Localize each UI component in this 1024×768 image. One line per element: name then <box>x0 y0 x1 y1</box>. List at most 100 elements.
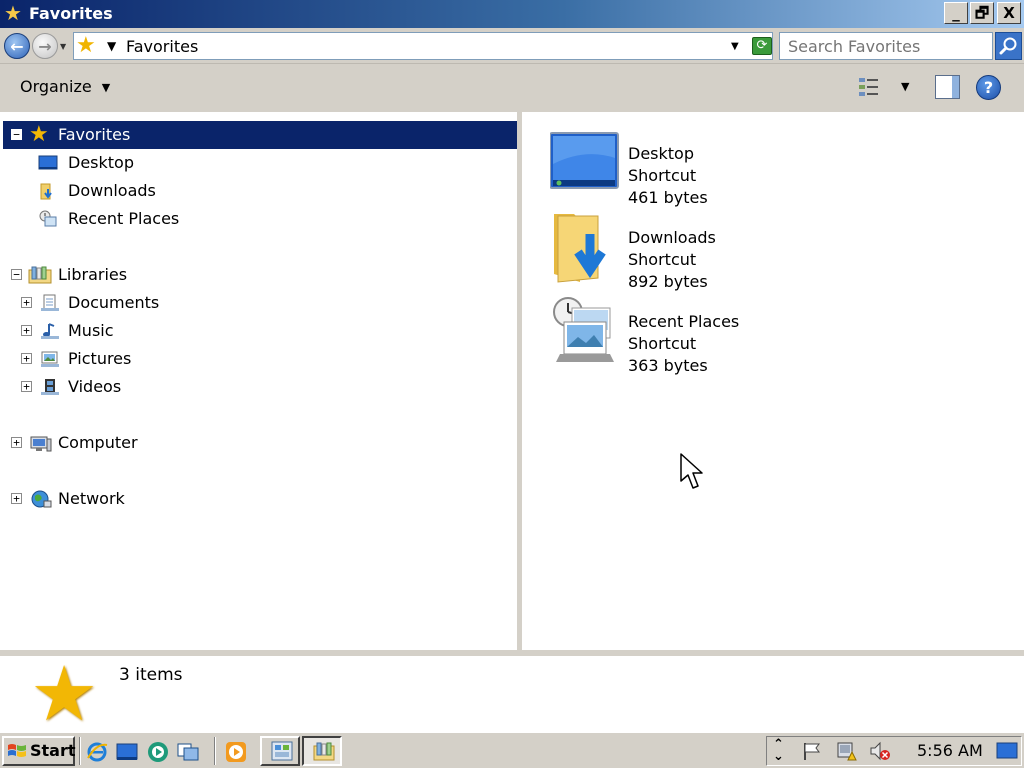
navigation-pane: − ★ Favorites Desktop Downloads Recent P… <box>0 112 517 650</box>
forward-arrow-icon: → <box>38 37 52 56</box>
media-player-icon[interactable] <box>225 741 247 763</box>
refresh-icon: ⟳ <box>756 38 768 53</box>
item-count: 3 items <box>119 665 183 685</box>
pictures-icon <box>41 351 59 367</box>
network-icon <box>31 490 52 508</box>
documents-icon <box>41 294 59 311</box>
preview-pane-button[interactable] <box>935 75 960 99</box>
tree-item-downloads[interactable]: Downloads <box>0 177 300 205</box>
back-button[interactable]: ← <box>4 33 30 59</box>
expand-icon[interactable]: + <box>21 353 32 364</box>
back-arrow-icon: ← <box>10 37 24 56</box>
tree-label: Recent Places <box>68 209 180 228</box>
internet-explorer-icon[interactable] <box>86 741 108 763</box>
tree-label: Favorites <box>58 125 131 144</box>
search-icon <box>999 37 1017 55</box>
desktop-icon <box>38 155 58 170</box>
refresh-button[interactable]: ⟳ <box>752 37 772 55</box>
file-name: Downloads <box>628 228 716 247</box>
title-bar[interactable]: ★ Favorites _ 🗗 X <box>0 0 1024 28</box>
tree-label: Documents <box>68 293 160 312</box>
file-size: 363 bytes <box>628 356 708 375</box>
libraries-icon <box>28 266 52 284</box>
organize-dropdown-icon: ▼ <box>101 81 111 94</box>
show-desktop-tray-icon[interactable] <box>996 741 1018 761</box>
search-input[interactable] <box>780 33 992 59</box>
show-hidden-icons-icon[interactable]: ⌃ ⌄ <box>773 738 784 763</box>
tree-item-pictures[interactable]: + Pictures <box>0 345 300 373</box>
tree-item-documents[interactable]: + Documents <box>0 289 300 317</box>
breadcrumb-favorites[interactable]: Favorites <box>126 37 198 57</box>
favorites-star-icon: ★ <box>30 649 99 738</box>
file-name: Desktop <box>628 144 694 163</box>
file-item-downloads[interactable]: Downloads Shortcut 892 bytes <box>550 212 810 292</box>
tree-item-computer[interactable]: + Computer <box>0 429 300 457</box>
file-name: Recent Places <box>628 312 740 331</box>
tree-label: Music <box>68 321 114 340</box>
file-size: 461 bytes <box>628 188 708 207</box>
switch-windows-icon[interactable] <box>177 741 199 763</box>
taskbar-button-favorites[interactable] <box>302 736 342 766</box>
forward-button[interactable]: → <box>32 33 58 59</box>
address-toolbar: ← → ▼ ★ ▼ Favorites ▼ ⟳ <box>0 28 1024 64</box>
start-button[interactable]: Start <box>2 736 76 766</box>
expand-icon[interactable]: + <box>11 493 22 504</box>
tree-item-network[interactable]: + Network <box>0 485 300 513</box>
search-box[interactable] <box>779 32 993 60</box>
tree-label: Pictures <box>68 349 132 368</box>
network-warning-icon[interactable] <box>835 741 857 761</box>
collapse-icon[interactable]: − <box>11 129 22 140</box>
view-options-dropdown-icon[interactable]: ▼ <box>901 81 909 93</box>
file-type: Shortcut <box>628 250 697 269</box>
control-panel-icon <box>271 741 293 761</box>
tree-item-music[interactable]: + Music <box>0 317 300 345</box>
expand-icon[interactable]: + <box>21 325 32 336</box>
command-bar: Organize ▼ ▼ ? <box>0 64 1024 112</box>
help-button[interactable]: ? <box>976 75 1001 100</box>
music-icon <box>41 323 59 339</box>
favorites-star-icon: ★ <box>4 1 22 25</box>
downloads-folder-icon <box>40 183 52 200</box>
media-center-icon[interactable] <box>147 741 169 763</box>
volume-muted-icon[interactable] <box>869 741 891 761</box>
file-item-desktop[interactable]: Desktop Shortcut 461 bytes <box>550 128 810 208</box>
change-view-icon[interactable] <box>858 76 880 98</box>
close-button[interactable]: X <box>997 2 1021 24</box>
desktop-icon <box>550 132 619 189</box>
tree-item-recent-places[interactable]: Recent Places <box>0 205 300 233</box>
expand-icon[interactable]: + <box>21 381 32 392</box>
computer-icon <box>30 436 52 452</box>
quicklaunch-separator <box>214 737 216 765</box>
file-type: Shortcut <box>628 166 697 185</box>
tree-label: Computer <box>58 433 138 452</box>
restore-button[interactable]: 🗗 <box>970 2 994 24</box>
windows-logo-icon <box>8 744 26 757</box>
taskbar: Start ⌃ ⌄ 5:56 AM <box>0 732 1024 768</box>
libraries-icon <box>313 742 335 761</box>
tree-item-videos[interactable]: + Videos <box>0 373 300 401</box>
minimize-button[interactable]: _ <box>944 2 968 24</box>
address-bar[interactable]: ★ ▼ Favorites ▼ <box>73 32 773 60</box>
tree-label: Libraries <box>58 265 128 284</box>
search-button[interactable] <box>995 32 1022 60</box>
expand-icon[interactable]: + <box>21 297 32 308</box>
address-history-dropdown-icon[interactable]: ▼ <box>731 41 739 53</box>
breadcrumb-chevron-icon[interactable]: ▼ <box>107 39 116 53</box>
taskbar-button-control-panel[interactable] <box>260 736 300 766</box>
collapse-icon[interactable]: − <box>11 269 22 280</box>
recent-pages-dropdown-icon[interactable]: ▼ <box>60 42 66 51</box>
action-center-flag-icon[interactable] <box>801 741 823 761</box>
file-item-recent-places[interactable]: Recent Places Shortcut 363 bytes <box>550 296 810 376</box>
tree-item-favorites[interactable]: − ★ Favorites <box>3 121 517 149</box>
tree-label: Videos <box>68 377 122 396</box>
tree-item-libraries[interactable]: − Libraries <box>0 261 300 289</box>
show-desktop-icon[interactable] <box>116 741 138 763</box>
organize-menu[interactable]: Organize ▼ <box>20 77 110 98</box>
tree-item-desktop[interactable]: Desktop <box>0 149 300 177</box>
tree-label: Downloads <box>68 181 156 200</box>
videos-icon <box>41 379 59 395</box>
file-list: Desktop Shortcut 461 bytes Downloads Sho… <box>522 112 1024 650</box>
quicklaunch-separator <box>79 737 81 765</box>
expand-icon[interactable]: + <box>11 437 22 448</box>
clock[interactable]: 5:56 AM <box>917 741 983 761</box>
